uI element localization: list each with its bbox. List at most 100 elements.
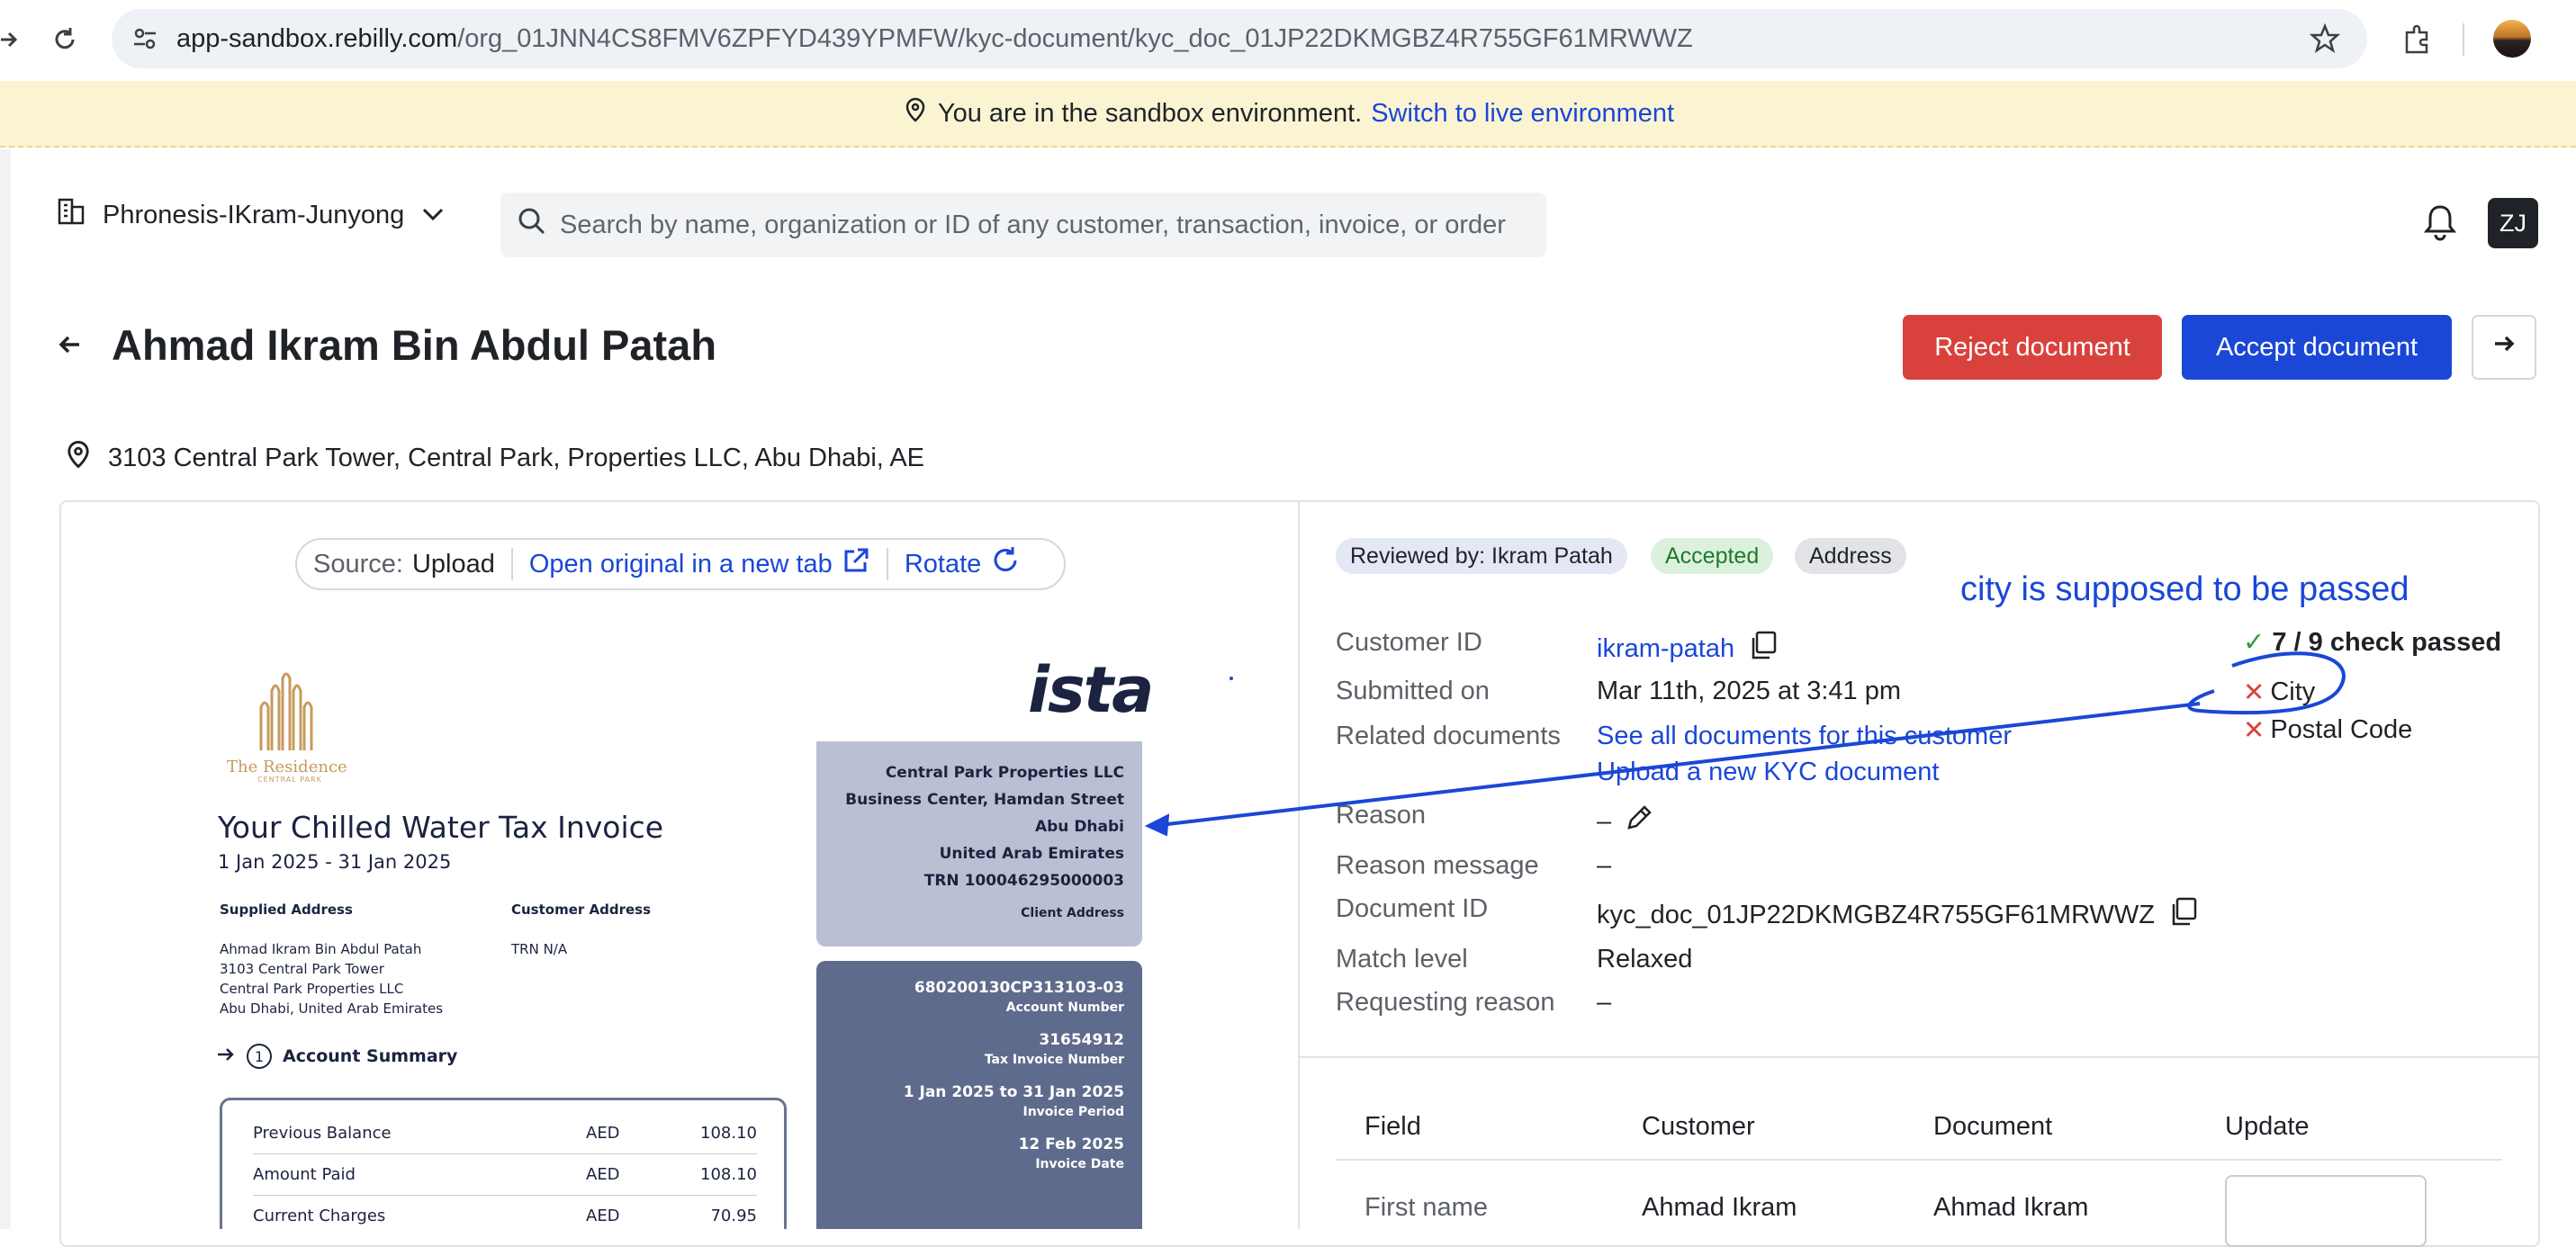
client-address-line: TRN 100046295000003 bbox=[923, 872, 1124, 890]
user-avatar[interactable]: ZJ bbox=[2488, 198, 2538, 248]
row-amount: 108.10 bbox=[700, 1124, 757, 1143]
source-value: Upload bbox=[411, 549, 495, 579]
update-first-name-input[interactable] bbox=[2225, 1175, 2427, 1247]
row-amount: 70.95 bbox=[710, 1207, 757, 1225]
column-header-document: Document bbox=[1933, 1112, 2053, 1141]
browser-chrome: app-sandbox.rebilly.com/org_01JNN4CS8FMV… bbox=[0, 0, 2576, 81]
cross-icon: ✕ bbox=[2243, 716, 2265, 745]
column-header-update: Update bbox=[2225, 1112, 2310, 1141]
residence-logo-name: The Residence bbox=[227, 758, 347, 776]
accept-document-button[interactable]: Accept document bbox=[2182, 315, 2452, 380]
external-link-icon bbox=[842, 546, 870, 582]
reject-document-button[interactable]: Reject document bbox=[1903, 315, 2162, 380]
cross-icon: ✕ bbox=[2243, 678, 2265, 707]
bookmark-star-icon[interactable] bbox=[2308, 22, 2342, 56]
org-switcher[interactable]: Phronesis-IKram-Junyong bbox=[56, 193, 446, 238]
rotate-label: Rotate bbox=[904, 549, 982, 579]
account-detail-value: 12 Feb 2025 bbox=[1018, 1135, 1124, 1153]
residence-logo-sub: CENTRAL PARK bbox=[257, 776, 322, 784]
customer-id-link[interactable]: ikram-patah bbox=[1597, 634, 1734, 664]
column-header-field: Field bbox=[1365, 1112, 1421, 1141]
supplied-address-line: Abu Dhabi, United Arab Emirates bbox=[220, 1000, 444, 1017]
row-label: Current Charges bbox=[253, 1207, 386, 1225]
account-detail-value: 680200130CP313103-03 bbox=[914, 979, 1124, 997]
open-original-link[interactable]: Open original in a new tab bbox=[513, 548, 887, 580]
copy-icon[interactable] bbox=[1749, 630, 1778, 668]
site-settings-icon[interactable] bbox=[128, 22, 162, 56]
reload-icon[interactable] bbox=[47, 22, 83, 58]
global-search[interactable] bbox=[500, 193, 1546, 257]
ista-brand-logo: ista bbox=[1028, 653, 1154, 727]
requesting-reason-label: Requesting reason bbox=[1336, 988, 1555, 1017]
reviewed-by-badge: Reviewed by: Ikram Patah bbox=[1336, 538, 1627, 574]
related-documents-label: Related documents bbox=[1336, 722, 1561, 750]
section-divider bbox=[1300, 1056, 2538, 1058]
url-text: app-sandbox.rebilly.com/org_01JNN4CS8FMV… bbox=[176, 24, 1693, 54]
reason-row: – bbox=[1597, 803, 1654, 840]
requesting-reason-value: – bbox=[1597, 988, 1612, 1017]
page-title: Ahmad Ikram Bin Abdul Patah bbox=[112, 321, 717, 369]
failed-check-label: Postal Code bbox=[2270, 715, 2413, 744]
upload-kyc-document-link[interactable]: Upload a new KYC document bbox=[1597, 758, 1939, 787]
client-address-box: Central Park Properties LLC Business Cen… bbox=[816, 741, 1142, 946]
app-topbar: Phronesis-IKram-Junyong ZJ bbox=[11, 169, 2576, 281]
see-all-documents-link[interactable]: See all documents for this customer bbox=[1597, 722, 2012, 751]
edit-pencil-icon[interactable] bbox=[1624, 803, 1654, 840]
next-document-button[interactable] bbox=[2472, 315, 2536, 380]
back-arrow-icon[interactable] bbox=[54, 329, 85, 368]
check-summary: ✓ 7 / 9 check passed bbox=[2243, 626, 2501, 658]
sandbox-banner: You are in the sandbox environment. Swit… bbox=[0, 81, 2576, 148]
row-currency: AED bbox=[586, 1124, 620, 1143]
search-input[interactable] bbox=[560, 210, 1546, 240]
document-id-row: kyc_doc_01JP22DKMGBZ4R755GF61MRWWZ bbox=[1597, 896, 2198, 934]
account-detail-caption: Tax Invoice Number bbox=[984, 1053, 1124, 1067]
customer-id-label: Customer ID bbox=[1336, 628, 1482, 657]
invoice-document-image: The Residence CENTRAL PARK ista Your Chi… bbox=[180, 630, 1260, 1229]
notifications-bell-icon[interactable] bbox=[2423, 203, 2457, 246]
summary-step-number: 1 bbox=[247, 1044, 272, 1069]
reason-message-label: Reason message bbox=[1336, 851, 1539, 880]
arrow-right-icon bbox=[2490, 330, 2517, 364]
rotate-button[interactable]: Rotate bbox=[888, 545, 1037, 583]
failed-check-label: City bbox=[2270, 677, 2316, 706]
document-viewer-toolbar: Source: Upload Open original in a new ta… bbox=[295, 538, 1066, 590]
residence-logo-icon bbox=[252, 671, 324, 756]
switch-live-link[interactable]: Switch to live environment bbox=[1371, 99, 1674, 129]
invoice-title: Your Chilled Water Tax Invoice bbox=[218, 810, 664, 845]
client-address-line: Central Park Properties LLC bbox=[885, 764, 1124, 782]
customer-address-value: TRN N/A bbox=[511, 941, 568, 957]
summary-title: Account Summary bbox=[283, 1046, 458, 1066]
supplied-address-line: 3103 Central Park Tower bbox=[220, 961, 384, 977]
account-detail-caption: Invoice Date bbox=[1035, 1157, 1124, 1171]
supplied-address-line: Ahmad Ikram Bin Abdul Patah bbox=[220, 941, 422, 957]
extensions-icon[interactable] bbox=[2398, 20, 2437, 59]
source-label: Source: bbox=[313, 549, 403, 579]
panel-divider bbox=[1298, 502, 1300, 1229]
url-path: /org_01JNN4CS8FMV6ZPFYD439YPMFW/kyc-docu… bbox=[457, 24, 1693, 53]
address-bar[interactable]: app-sandbox.rebilly.com/org_01JNN4CS8FMV… bbox=[112, 9, 2367, 68]
banner-text: You are in the sandbox environment. bbox=[937, 98, 1363, 128]
copy-icon[interactable] bbox=[2169, 896, 2198, 934]
reason-value: – bbox=[1597, 806, 1612, 836]
client-address-line: United Arab Emirates bbox=[939, 845, 1124, 863]
open-original-label: Open original in a new tab bbox=[528, 549, 833, 579]
customer-address: 3103 Central Park Tower, Central Park, P… bbox=[63, 439, 924, 477]
failed-check-postal-code: ✕ Postal Code bbox=[2243, 714, 2412, 746]
match-level-value: Relaxed bbox=[1597, 945, 1693, 973]
account-summary-table: Previous Balance AED 108.10 Amount Paid … bbox=[220, 1098, 787, 1229]
rotate-icon bbox=[990, 545, 1021, 583]
customer-id-row: ikram-patah bbox=[1597, 630, 1778, 668]
arrow-right-icon bbox=[216, 1045, 236, 1068]
forward-icon[interactable] bbox=[0, 22, 22, 58]
submitted-on-value: Mar 11th, 2025 at 3:41 pm bbox=[1597, 677, 1902, 705]
divider bbox=[2463, 23, 2464, 56]
account-detail-value: 31654912 bbox=[1039, 1031, 1124, 1049]
status-badge: Accepted bbox=[1651, 538, 1774, 574]
account-details-box: 680200130CP313103-03 Account Number 3165… bbox=[816, 961, 1142, 1229]
failed-check-city: ✕ City bbox=[2243, 677, 2315, 708]
chevron-down-icon bbox=[420, 201, 446, 230]
location-pin-icon bbox=[902, 96, 929, 130]
row-label: Amount Paid bbox=[253, 1165, 356, 1184]
profile-avatar-icon[interactable] bbox=[2493, 20, 2531, 58]
document-id-value: kyc_doc_01JP22DKMGBZ4R755GF61MRWWZ bbox=[1597, 900, 2155, 929]
